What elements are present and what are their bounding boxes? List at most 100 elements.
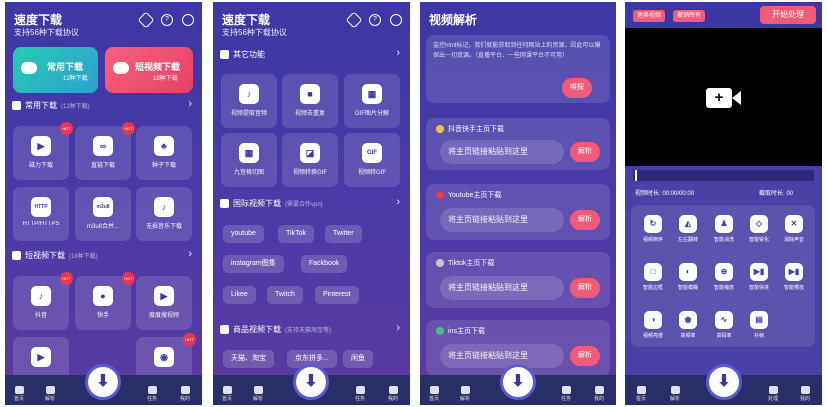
- download-fab[interactable]: ⬇: [500, 364, 536, 400]
- pill-likee[interactable]: Likee: [223, 286, 256, 304]
- search-icon[interactable]: [390, 14, 402, 26]
- ctl-frame-fill[interactable]: ▤ 补帧: [744, 311, 774, 339]
- pill-tmall-taobao[interactable]: 天猫、淘宝: [223, 350, 274, 368]
- video-preview[interactable]: +: [625, 28, 822, 166]
- tile-magnet[interactable]: ▶ 磁力下载 HOT: [13, 122, 73, 180]
- user-icon: [388, 386, 398, 394]
- tile-direct-link[interactable]: ∞ 直链下载 HOT: [75, 122, 135, 180]
- ctl-fast-forward[interactable]: ▶▮ 智能快进: [744, 263, 774, 291]
- nav-parse[interactable]: 解析: [38, 386, 62, 402]
- ctl-zoom[interactable]: ⊕ 智能缩放: [709, 263, 739, 291]
- parse-button[interactable]: 解析: [570, 278, 600, 298]
- ctl-flip[interactable]: ◭ 左右翻转: [673, 215, 703, 243]
- section-label: 商品视频下载: [233, 325, 281, 334]
- ctl-brightness[interactable]: ◑ 视频亮度: [638, 311, 668, 339]
- tile-http[interactable]: HTTP HTTP/HTTPS: [13, 187, 69, 241]
- ctl-mute[interactable]: ✕ 消除声音: [779, 215, 809, 243]
- nav-tasks[interactable]: 任务: [348, 386, 372, 402]
- help-icon[interactable]: ?: [369, 14, 381, 26]
- homepage-link-input[interactable]: 将主页链接粘贴到这里: [440, 276, 564, 300]
- ctl-reverse[interactable]: ↻ 视频倒序: [638, 215, 668, 243]
- tile-grid-cut[interactable]: ▦ 九宫格切图: [221, 133, 277, 187]
- tile-video-to-image[interactable]: ◪ 视频转换GIF: [282, 133, 338, 187]
- add-video-icon[interactable]: +: [706, 88, 732, 108]
- card-youtube: Youtube主页下载 将主页链接粘贴到这里 解析: [426, 184, 610, 240]
- timeline-track[interactable]: [633, 170, 814, 181]
- tile-lossless-music[interactable]: ♪ 无损音乐下载: [136, 187, 192, 241]
- ctl-slow[interactable]: ▶▮ 智能慢放: [779, 263, 809, 291]
- app-subtitle: 支持56种下载协议: [222, 28, 287, 37]
- border-icon: □: [644, 263, 662, 281]
- nav-mine[interactable]: 我的: [587, 386, 611, 402]
- promo-common-download[interactable]: 常用下载 12种下载: [13, 47, 98, 93]
- nav-tasks[interactable]: 任务: [554, 386, 578, 402]
- tile-seed[interactable]: ♣ 种子下载: [136, 126, 192, 180]
- ctl-sharpen[interactable]: ◇ 智能锐化: [744, 215, 774, 243]
- nav-home[interactable]: 首页: [7, 386, 31, 402]
- flip-icon: ◭: [679, 215, 697, 233]
- settings-icon[interactable]: [137, 11, 155, 29]
- homepage-link-input[interactable]: 将主页链接粘贴到这里: [440, 140, 564, 164]
- nav-home[interactable]: 首页: [629, 386, 653, 402]
- download-fab[interactable]: ⬇: [293, 364, 329, 400]
- nav-parse[interactable]: 解析: [663, 386, 687, 402]
- tile-extract-audio[interactable]: ♪ 视频提取音频: [221, 74, 277, 128]
- parse-button[interactable]: 解析: [570, 210, 600, 230]
- nav-mine[interactable]: 我的: [381, 386, 405, 402]
- tile-m3u8[interactable]: m3u8 m3u8合并...: [75, 187, 131, 241]
- ctl-label: 智能边框: [642, 285, 663, 291]
- search-icon[interactable]: [182, 14, 194, 26]
- pill-facebook[interactable]: Fackbook: [301, 255, 348, 273]
- help-icon[interactable]: ?: [161, 14, 173, 26]
- ctl-clean[interactable]: ♟ 智能消洗: [709, 215, 739, 243]
- pill-instagram[interactable]: instagram图集: [223, 255, 284, 273]
- tile-dedupe[interactable]: ■ 视频去重复: [282, 74, 338, 128]
- start-process-button[interactable]: 开始处理: [760, 6, 816, 24]
- pill-tiktok[interactable]: TikTok: [278, 225, 314, 243]
- pill-twitch[interactable]: Twitch: [267, 286, 303, 304]
- ctl-high-bitrate[interactable]: ∿ 高码率: [709, 311, 739, 339]
- undo-all-button[interactable]: 撤销所有: [673, 10, 706, 22]
- pill-twitter[interactable]: Twitter: [325, 225, 362, 243]
- ctl-blur[interactable]: ◐ 智能模糊: [673, 263, 703, 291]
- chevron-right-icon[interactable]: ›: [188, 248, 192, 260]
- chevron-right-icon[interactable]: ›: [188, 98, 192, 110]
- settings-icon[interactable]: [345, 11, 363, 29]
- sniff-button[interactable]: 嗅探: [562, 78, 592, 98]
- download-fab[interactable]: ⬇: [706, 364, 742, 400]
- ctl-high-frequency[interactable]: ◉ 高频率: [673, 311, 703, 339]
- nav-tasks[interactable]: 任务: [140, 386, 164, 402]
- chevron-right-icon[interactable]: ›: [396, 47, 400, 59]
- tile-kuaishou[interactable]: ● 快手 HOT: [75, 272, 135, 330]
- tiktok-icon: [436, 259, 444, 267]
- nav-label: 首页: [428, 396, 439, 402]
- homepage-link-input[interactable]: 将主页链接粘贴到这里: [440, 208, 564, 232]
- nav-parse[interactable]: 解析: [246, 386, 270, 402]
- drop-icon: ◇: [750, 215, 768, 233]
- parse-button[interactable]: 解析: [570, 346, 600, 366]
- nav-mine[interactable]: 我的: [793, 386, 817, 402]
- nav-parse[interactable]: 解析: [453, 386, 477, 402]
- pill-youtube[interactable]: youtube: [223, 225, 264, 243]
- nav-home[interactable]: 首页: [215, 386, 239, 402]
- tile-dudu-video[interactable]: ▶ 度度搜视频: [136, 276, 192, 330]
- nav-home[interactable]: 首页: [422, 386, 446, 402]
- homepage-link-input[interactable]: 将主页链接粘贴到这里: [440, 344, 564, 368]
- pill-pinterest[interactable]: Pinterest: [315, 286, 359, 304]
- chevron-right-icon[interactable]: ›: [396, 196, 400, 208]
- nav-process[interactable]: 处理: [761, 386, 785, 402]
- timeline-handle[interactable]: [635, 170, 637, 181]
- tile-douyin[interactable]: ♪ 抖音 HOT: [13, 272, 73, 330]
- tile-gif-split[interactable]: ▦ GIF图片分解: [344, 74, 400, 128]
- chevron-right-icon[interactable]: ›: [396, 322, 400, 334]
- download-fab[interactable]: ⬇: [85, 364, 121, 400]
- parse-button[interactable]: 解析: [570, 142, 600, 162]
- tile-video-to-gif[interactable]: GIF 视频转GIF: [344, 133, 400, 187]
- nav-mine[interactable]: 我的: [173, 386, 197, 402]
- section-label: 国际视频下载: [233, 199, 281, 208]
- change-video-button[interactable]: 更换视频: [633, 10, 666, 22]
- promo-short-video-download[interactable]: 短视频下载 18种下载: [105, 47, 193, 93]
- folder-icon: [460, 386, 470, 394]
- pill-xianyu[interactable]: 闲鱼: [343, 350, 373, 368]
- ctl-border[interactable]: □ 智能边框: [638, 263, 668, 291]
